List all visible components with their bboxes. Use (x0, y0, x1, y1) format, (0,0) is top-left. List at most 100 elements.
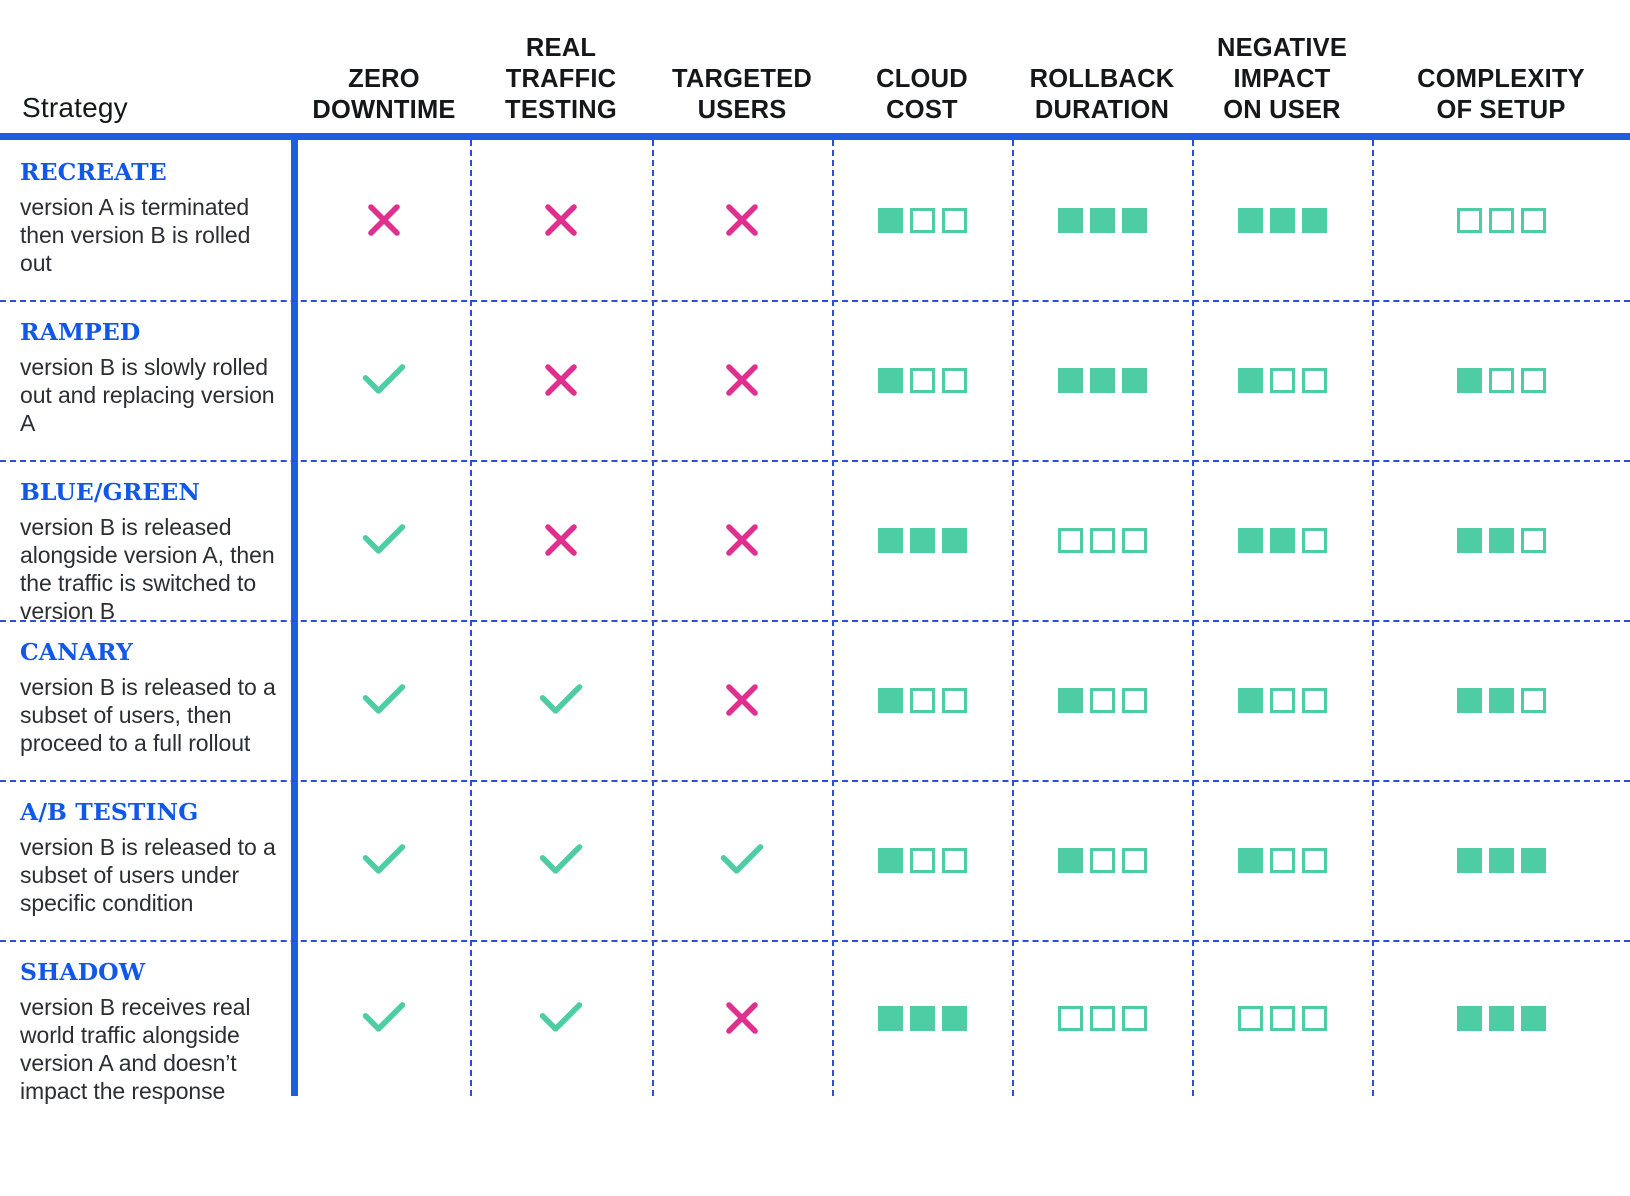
check-icon (358, 514, 410, 566)
rating-square-empty (1089, 1005, 1115, 1031)
rating-square-filled (1456, 687, 1482, 713)
cell-ramped-real-traffic-testing (470, 300, 652, 460)
rating-square-empty (1520, 207, 1546, 233)
cell-ab-testing-targeted-users (652, 780, 832, 940)
cell-canary-cloud-cost (832, 620, 1012, 780)
rating-square-empty (1057, 1005, 1083, 1031)
rating-square-empty (909, 687, 935, 713)
cross-icon (537, 196, 585, 244)
rating-square-filled (877, 207, 903, 233)
rating-square-empty (1269, 1005, 1295, 1031)
rating-square-filled (1057, 687, 1083, 713)
header-rule (0, 133, 1630, 140)
rating-square-empty (1301, 367, 1327, 393)
rating-square-filled (1121, 367, 1147, 393)
rating-square-filled (1488, 687, 1514, 713)
cell-blue-green-complexity-of-setup (1372, 460, 1630, 620)
rating-square-filled (1237, 687, 1263, 713)
cell-recreate-targeted-users (652, 140, 832, 300)
table-header: Strategy ZERO DOWNTIME REAL TRAFFIC TESTING T… (0, 0, 1630, 132)
check-icon (716, 834, 768, 886)
rating-square-empty (1269, 847, 1295, 873)
column-header-line: TESTING (505, 95, 617, 124)
table-row: RECREATE version A is terminated then ver… (0, 140, 1630, 300)
rating-square-empty (1089, 687, 1115, 713)
rating-square-filled (877, 847, 903, 873)
rating-square-filled (1269, 527, 1295, 553)
cell-recreate-negative-impact-on-user (1192, 140, 1372, 300)
rating-square-empty (909, 367, 935, 393)
column-header-line: DOWNTIME (312, 95, 456, 124)
cell-canary-real-traffic-testing (470, 620, 652, 780)
column-header-zero-downtime: ZERO DOWNTIME (298, 64, 470, 126)
cell-shadow-negative-impact-on-user (1192, 940, 1372, 1096)
rating-square-empty (1301, 527, 1327, 553)
rating-square-filled (1089, 367, 1115, 393)
cell-shadow-zero-downtime (298, 940, 470, 1096)
rating-square-filled (1456, 847, 1482, 873)
rating-square-empty (1488, 367, 1514, 393)
cross-icon (718, 994, 766, 1042)
comparison-table: Strategy ZERO DOWNTIME REAL TRAFFIC TESTING T… (0, 0, 1630, 1196)
rating-square-empty (1301, 847, 1327, 873)
rating-square-empty (941, 687, 967, 713)
table-row: BLUE/GREEN version B is released alongsid… (0, 460, 1630, 624)
strategy-cell-blue-green: BLUE/GREEN version B is released alongsid… (20, 478, 288, 625)
strategy-description: version B receives real world traffic al… (20, 994, 251, 1105)
rating-square-filled (877, 1005, 903, 1031)
cell-ramped-targeted-users (652, 300, 832, 460)
rating-square-filled (1456, 527, 1482, 553)
rating-square-filled (1488, 527, 1514, 553)
cell-blue-green-real-traffic-testing (470, 460, 652, 620)
rating-square-filled (1237, 367, 1263, 393)
column-header-line: COMPLEXITY (1417, 64, 1585, 93)
cell-ab-testing-cloud-cost (832, 780, 1012, 940)
rating-square-filled (1456, 1005, 1482, 1031)
cell-ab-testing-rollback-duration (1012, 780, 1192, 940)
cell-ab-testing-negative-impact-on-user (1192, 780, 1372, 940)
cell-recreate-cloud-cost (832, 140, 1012, 300)
cell-recreate-real-traffic-testing (470, 140, 652, 300)
rating-square-empty (1269, 687, 1295, 713)
column-header-line: TRAFFIC (505, 64, 617, 93)
check-icon (358, 992, 410, 1044)
cell-ramped-zero-downtime (298, 300, 470, 460)
rating-square-filled (1301, 207, 1327, 233)
cell-shadow-complexity-of-setup (1372, 940, 1630, 1096)
check-icon (358, 834, 410, 886)
cell-ramped-complexity-of-setup (1372, 300, 1630, 460)
rating-square-filled (1488, 847, 1514, 873)
rating-square-empty (1520, 527, 1546, 553)
rating-square-filled (1121, 207, 1147, 233)
rating-square-empty (909, 847, 935, 873)
column-header-line: NEGATIVE (1216, 33, 1348, 62)
rating-square-empty (1089, 847, 1115, 873)
column-header-targeted-users: TARGETED USERS (652, 64, 832, 126)
strategy-cell-canary: CANARY version B is released to a subset … (20, 638, 288, 757)
cell-canary-negative-impact-on-user (1192, 620, 1372, 780)
cell-ramped-rollback-duration (1012, 300, 1192, 460)
rating-square-filled (1269, 207, 1295, 233)
cell-ab-testing-real-traffic-testing (470, 780, 652, 940)
rating-square-filled (1237, 207, 1263, 233)
column-header-negative-impact-on-user: NEGATIVE IMPACT ON USER (1192, 33, 1372, 126)
check-icon (358, 354, 410, 406)
column-header-line: DURATION (1034, 95, 1170, 124)
cell-canary-complexity-of-setup (1372, 620, 1630, 780)
cell-shadow-rollback-duration (1012, 940, 1192, 1096)
cell-blue-green-targeted-users (652, 460, 832, 620)
rating-square-filled (1488, 1005, 1514, 1031)
cell-shadow-cloud-cost (832, 940, 1012, 1096)
strategy-name: CANARY (20, 638, 133, 666)
cell-blue-green-rollback-duration (1012, 460, 1192, 620)
cross-icon (360, 196, 408, 244)
rating-square-empty (1488, 207, 1514, 233)
strategy-cell-ramped: RAMPED version B is slowly rolled out and… (20, 318, 288, 437)
column-header-line: REAL (525, 33, 597, 62)
column-header-line: OF SETUP (1436, 95, 1566, 124)
rating-square-filled (1237, 847, 1263, 873)
table-row: SHADOW version B receives real world traf… (0, 940, 1630, 1104)
cell-recreate-complexity-of-setup (1372, 140, 1630, 300)
column-header-line: ZERO (348, 64, 420, 93)
rating-square-empty (1121, 527, 1147, 553)
